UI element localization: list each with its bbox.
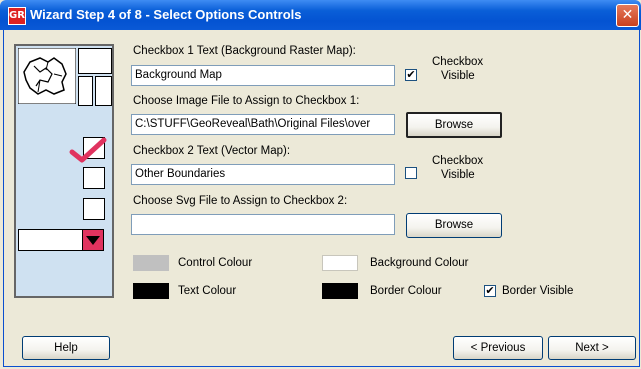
help-button[interactable]: Help <box>22 336 110 360</box>
text-colour-label: Text Colour <box>178 285 237 297</box>
checkbox1-file-field[interactable]: C:\STUFF\GeoReveal\Bath\Original Files\o… <box>131 114 395 135</box>
checkbox1-browse-button[interactable]: Browse <box>406 112 502 138</box>
checkbox2-text-label: Checkbox 2 Text (Vector Map): <box>133 145 291 157</box>
border-visible-checkbox[interactable]: ✔ <box>484 285 496 297</box>
window-title: Wizard Step 4 of 8 - Select Options Cont… <box>30 7 302 22</box>
checkmark-icon <box>69 137 107 163</box>
control-colour-swatch[interactable] <box>133 255 169 271</box>
checkbox1-visible-label-line2: Visible <box>441 70 475 82</box>
next-button[interactable]: Next > <box>548 336 636 360</box>
border-visible-label: Border Visible <box>502 285 574 297</box>
preview-panel <box>14 44 114 298</box>
wizard-window: GR Wizard Step 4 of 8 - Select Options C… <box>0 0 641 369</box>
close-button[interactable]: ✕ <box>616 4 639 27</box>
checkbox1-file-label: Choose Image File to Assign to Checkbox … <box>133 95 360 107</box>
preview-checkbox-2 <box>83 167 105 189</box>
border-colour-label: Border Colour <box>370 285 442 297</box>
checkbox2-file-field[interactable] <box>131 214 395 235</box>
checkbox1-text-field[interactable]: Background Map <box>131 65 395 86</box>
preview-dropdown-arrow <box>82 229 104 251</box>
background-colour-swatch[interactable] <box>322 255 358 271</box>
checkbox2-browse-button[interactable]: Browse <box>406 213 502 238</box>
preview-checkbox-3 <box>83 198 105 220</box>
text-colour-swatch[interactable] <box>133 283 169 299</box>
map-thumbnail-icon <box>18 48 76 104</box>
checkbox2-visible-label-line1: Checkbox <box>432 155 484 167</box>
checkbox2-text-field[interactable]: Other Boundaries <box>131 164 395 185</box>
checkbox2-visible-label-line2: Visible <box>441 169 475 181</box>
title-bar[interactable]: GR Wizard Step 4 of 8 - Select Options C… <box>0 0 641 30</box>
control-colour-label: Control Colour <box>178 257 253 269</box>
checkbox1-visible-label-line1: Checkbox <box>432 56 484 68</box>
previous-button[interactable]: < Previous <box>453 336 543 360</box>
preview-left-column-box <box>78 76 93 106</box>
checkbox2-visible-checkbox[interactable] <box>405 167 417 179</box>
checkbox1-text-label: Checkbox 1 Text (Background Raster Map): <box>133 45 356 57</box>
preview-right-column-box <box>95 76 112 106</box>
preview-top-right-box <box>78 48 112 74</box>
border-colour-swatch[interactable] <box>322 283 358 299</box>
triangle-down-icon <box>86 236 100 245</box>
checkbox1-visible-checkbox[interactable]: ✔ <box>405 69 417 81</box>
checkbox2-file-label: Choose Svg File to Assign to Checkbox 2: <box>133 195 348 207</box>
background-colour-label: Background Colour <box>370 257 469 269</box>
app-icon: GR <box>8 7 26 25</box>
